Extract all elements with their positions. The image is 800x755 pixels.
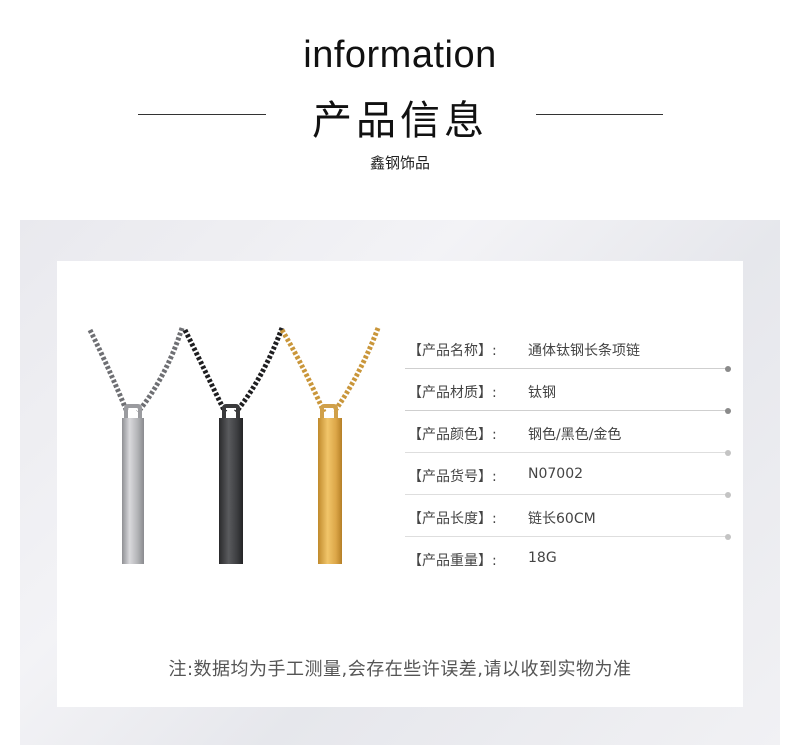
spec-table: 【产品名称】: 通体钛钢长条项链 【产品材质】: 钛钢 【产品颜色】: 钢色/黑… <box>405 330 735 582</box>
spec-label: 【产品货号】: <box>408 469 497 485</box>
spec-label: 【产品名称】: <box>408 343 497 359</box>
divider-dot-icon <box>725 407 731 414</box>
section-title-cn: 产品信息 <box>312 98 488 144</box>
divider-dot-icon <box>725 491 731 498</box>
spec-value: 钛钢 <box>528 385 556 401</box>
row-divider <box>405 410 727 411</box>
black-necklace-icon <box>182 327 285 564</box>
steel-necklace-icon <box>87 327 185 564</box>
spec-row-color: 【产品颜色】: 钢色/黑色/金色 <box>405 414 735 456</box>
row-divider <box>405 452 727 453</box>
divider-dot-icon <box>725 449 731 456</box>
measurement-note: 注:数据均为手工测量,会存在些许误差,请以收到实物为准 <box>168 659 632 680</box>
row-divider <box>405 536 727 537</box>
spec-value: 18G <box>528 550 557 566</box>
spec-label: 【产品重量】: <box>408 553 497 569</box>
gold-necklace-icon <box>279 327 381 564</box>
row-divider <box>405 494 727 495</box>
spec-row-sku: 【产品货号】: N07002 <box>405 456 735 498</box>
spec-label: 【产品颜色】: <box>408 427 497 443</box>
row-divider <box>405 368 727 369</box>
spec-row-material: 【产品材质】: 钛钢 <box>405 372 735 414</box>
spec-row-weight: 【产品重量】: 18G <box>405 540 735 582</box>
spec-label: 【产品长度】: <box>408 511 497 527</box>
spec-value: 链长60CM <box>528 511 596 527</box>
page-header: information 产品信息 鑫钢饰品 <box>0 0 800 200</box>
title-divider-right <box>536 114 663 115</box>
spec-value: 钢色/黑色/金色 <box>528 427 622 443</box>
divider-dot-icon <box>725 365 731 372</box>
spec-row-name: 【产品名称】: 通体钛钢长条项链 <box>405 330 735 372</box>
section-title-en: information <box>303 34 497 76</box>
product-image <box>87 327 381 564</box>
divider-dot-icon <box>725 533 731 540</box>
spec-label: 【产品材质】: <box>408 385 497 401</box>
spec-row-length: 【产品长度】: 链长60CM <box>405 498 735 540</box>
spec-value: 通体钛钢长条项链 <box>528 343 640 359</box>
spec-value: N07002 <box>528 466 584 482</box>
brand-name: 鑫钢饰品 <box>369 154 430 172</box>
